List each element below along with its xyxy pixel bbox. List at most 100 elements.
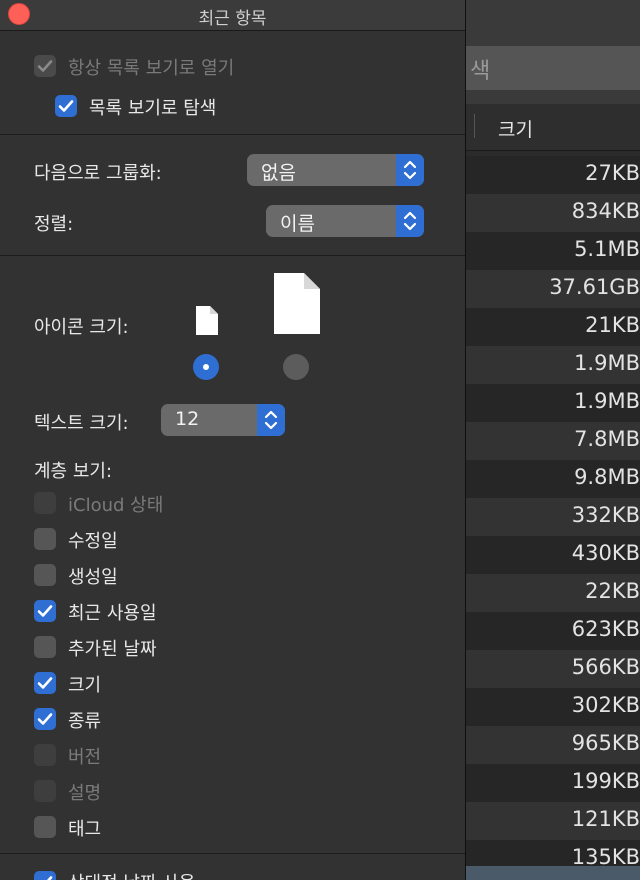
column-separator: [474, 114, 475, 138]
file-size: 834KB: [571, 199, 640, 223]
file-row[interactable]: 834KB: [466, 194, 640, 232]
column-label-5: 크기: [68, 675, 102, 696]
file-list: 27KB 834KB 5.1MB 37.61GB 21KB 1.9MB 1.9MB 7.8MB…: [466, 156, 640, 878]
text-size-label: 텍스트 크기:: [34, 413, 129, 434]
file-size: 1.9MB: [574, 389, 640, 413]
file-row[interactable]: 9.8MB: [466, 460, 640, 498]
file-size: 1.9MB: [574, 351, 640, 375]
column-label-8: 설명: [68, 783, 102, 804]
icon-size-small-radio[interactable]: [193, 354, 219, 380]
file-row[interactable]: 566KB: [466, 650, 640, 688]
sort-by-value: 이름: [280, 213, 315, 235]
window-title: 최근 항목: [198, 9, 267, 29]
file-size: 332KB: [571, 503, 640, 527]
group-by-label: 다음으로 그룹화:: [34, 163, 162, 184]
popup-chevrons-icon: [396, 154, 424, 186]
file-size: 21KB: [585, 313, 640, 337]
file-row[interactable]: 37.61GB: [466, 270, 640, 308]
column-label-9: 태그: [68, 819, 102, 840]
size-column-header-label: 크기: [498, 119, 533, 141]
column-label-4: 추가된 날짜: [68, 639, 157, 660]
file-size: 199KB: [571, 769, 640, 793]
file-size: 27KB: [585, 161, 640, 185]
text-size-value: 12: [175, 408, 200, 430]
sort-by-popup[interactable]: 이름: [266, 205, 424, 237]
file-row[interactable]: 302KB: [466, 688, 640, 726]
icon-size-large-radio[interactable]: [283, 354, 309, 380]
column-label-2: 생성일: [68, 567, 118, 588]
file-row[interactable]: 623KB: [466, 612, 640, 650]
always-list-view-checkbox[interactable]: [34, 55, 56, 77]
large-document-icon: [274, 273, 320, 334]
file-size: 302KB: [571, 693, 640, 717]
checkmark-icon: [37, 60, 53, 72]
column-checkbox-9[interactable]: [34, 816, 56, 838]
column-label-3: 최근 사용일: [68, 603, 157, 624]
file-size: 623KB: [571, 617, 640, 641]
column-label-6: 종류: [68, 711, 102, 732]
column-checkbox-6[interactable]: [34, 708, 56, 730]
background-search-field[interactable]: 색: [466, 46, 640, 90]
file-row[interactable]: 5.1MB: [466, 232, 640, 270]
file-row[interactable]: 7.8MB: [466, 422, 640, 460]
column-label-1: 수정일: [68, 531, 118, 552]
background-search-text: 색: [470, 59, 491, 84]
file-row[interactable]: 1.9MB: [466, 384, 640, 422]
column-checkbox-8[interactable]: [34, 780, 56, 802]
group-by-value: 없음: [261, 162, 296, 184]
file-row[interactable]: 430KB: [466, 536, 640, 574]
checkmark-icon: [47, 876, 53, 880]
file-size: 9.8MB: [574, 465, 640, 489]
view-options-panel: 최근 항목 항상 목록 보기로 열기 목록 보기로 탐색 다음으로 그룹화: 없…: [0, 0, 466, 880]
small-document-icon: [196, 306, 218, 335]
background-image-strip: [466, 866, 640, 880]
column-label-0: iCloud 상태: [68, 495, 164, 516]
column-label-7: 버전: [68, 747, 102, 768]
checkmark-icon: [58, 100, 74, 112]
column-checkbox-5[interactable]: [34, 672, 56, 694]
text-size-popup[interactable]: 12: [161, 404, 285, 436]
checkmark-icon: [37, 713, 53, 725]
file-row[interactable]: 1.9MB: [466, 346, 640, 384]
browse-list-view-checkbox[interactable]: [55, 95, 77, 117]
file-size: 121KB: [571, 807, 640, 831]
relative-dates-label: 상대적 날짜 사용: [68, 869, 195, 880]
column-checkbox-4[interactable]: [34, 636, 56, 658]
file-row[interactable]: 21KB: [466, 308, 640, 346]
file-size: 22KB: [585, 579, 640, 603]
file-row[interactable]: 27KB: [466, 156, 640, 194]
popup-chevrons-icon: [396, 205, 424, 237]
relative-dates-checkbox[interactable]: [34, 871, 56, 880]
sort-by-label: 정렬:: [34, 214, 74, 235]
file-row[interactable]: 965KB: [466, 726, 640, 764]
column-checkbox-1[interactable]: [34, 528, 56, 550]
section-divider: [0, 853, 465, 854]
file-size: 7.8MB: [574, 427, 640, 451]
file-size: 5.1MB: [574, 237, 640, 261]
title-bar: 최근 항목: [0, 0, 465, 31]
column-checkbox-2[interactable]: [34, 564, 56, 586]
file-size: 37.61GB: [549, 275, 640, 299]
column-checkbox-0[interactable]: [34, 492, 56, 514]
checkmark-icon: [37, 677, 53, 689]
section-divider: [0, 134, 465, 135]
file-size: 566KB: [571, 655, 640, 679]
browse-list-view-label: 목록 보기로 탐색: [89, 98, 217, 119]
popup-chevrons-icon: [257, 404, 285, 436]
group-by-popup[interactable]: 없음: [247, 154, 424, 186]
size-column-header[interactable]: 크기: [466, 104, 640, 151]
file-row[interactable]: 22KB: [466, 574, 640, 612]
checkmark-icon: [37, 605, 53, 617]
background-finder-window: 색 크기 27KB 834KB 5.1MB 37.61GB 21KB 1.9MB 1.9MB…: [466, 0, 640, 880]
column-checkbox-3[interactable]: [34, 600, 56, 622]
always-list-view-label: 항상 목록 보기로 열기: [68, 58, 235, 79]
column-checkbox-7[interactable]: [34, 744, 56, 766]
show-columns-label: 계층 보기:: [34, 461, 113, 482]
file-row[interactable]: 332KB: [466, 498, 640, 536]
file-size: 430KB: [571, 541, 640, 565]
file-row[interactable]: 121KB: [466, 802, 640, 840]
icon-size-label: 아이콘 크기:: [34, 317, 129, 338]
file-size: 965KB: [571, 731, 640, 755]
file-row[interactable]: 199KB: [466, 764, 640, 802]
section-divider: [0, 255, 465, 256]
